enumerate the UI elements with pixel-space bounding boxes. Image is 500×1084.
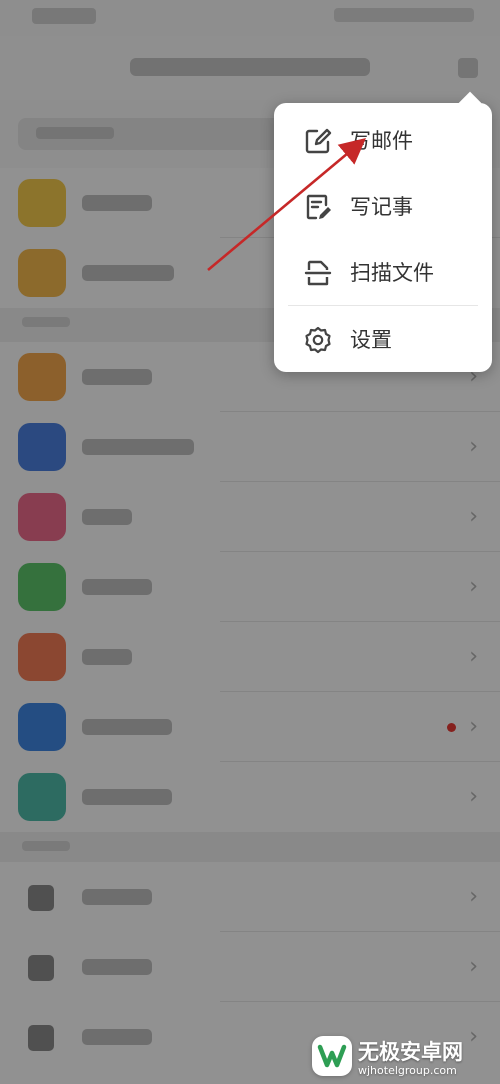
annotation-arrow bbox=[207, 137, 366, 271]
watermark-logo-icon bbox=[312, 1036, 352, 1076]
watermark-brand: 无极安卓网 bbox=[358, 1040, 463, 1064]
site-watermark: 无极安卓网 wjhotelgroup.com bbox=[296, 1024, 500, 1084]
watermark-url: wjhotelgroup.com bbox=[358, 1064, 457, 1077]
